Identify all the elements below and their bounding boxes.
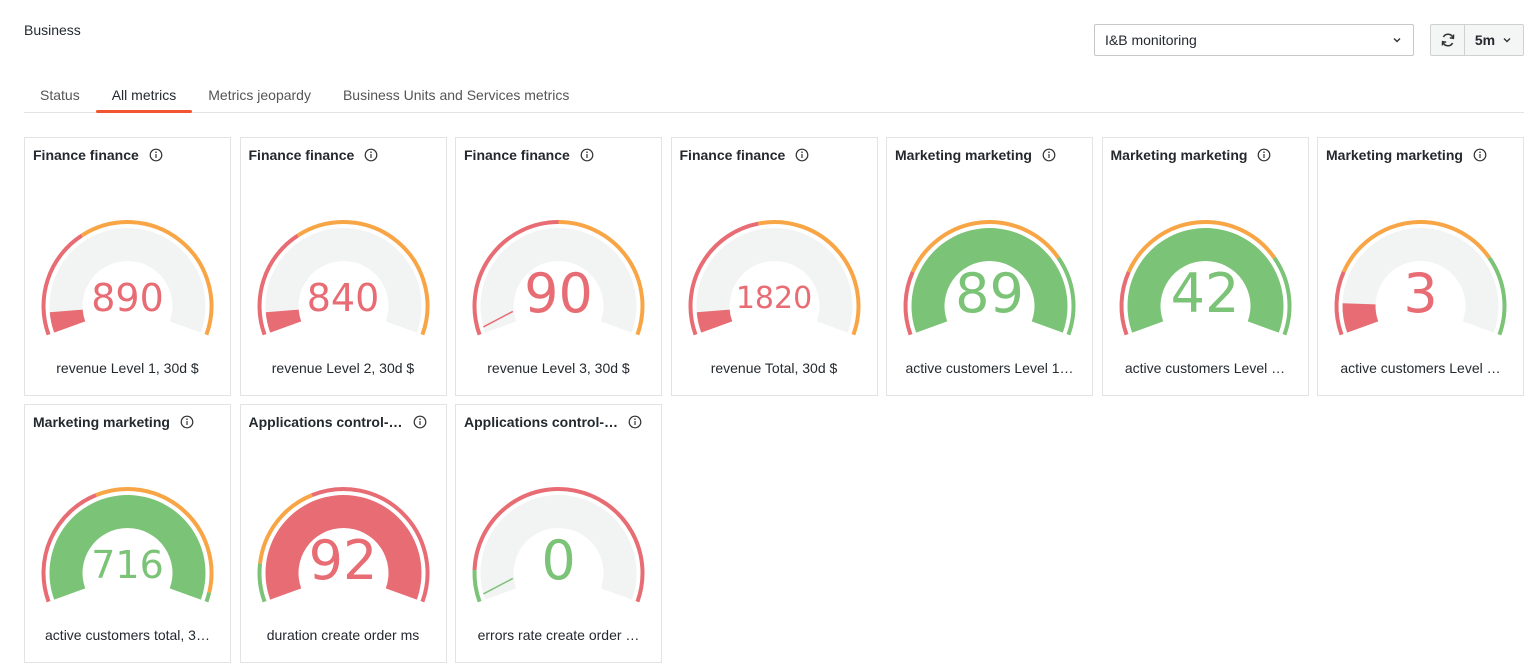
card-caption: duration create order ms	[266, 627, 420, 643]
gauge-value: 89	[955, 262, 1024, 326]
card-title-row: Applications control-…	[249, 413, 438, 431]
gauge-value: 90	[524, 262, 593, 326]
card-title: Finance finance	[248, 147, 355, 163]
metric-card[interactable]: Finance finance 90 revenue Level 3, 30d …	[455, 137, 662, 396]
card-caption: revenue Total, 30d $	[710, 360, 838, 376]
metric-card[interactable]: Finance finance 890 revenue Level 1, 30d…	[24, 137, 231, 396]
info-icon[interactable]	[1042, 148, 1056, 162]
card-title-row: Finance finance	[249, 146, 438, 164]
info-icon[interactable]	[149, 148, 163, 162]
gauge-chart	[41, 487, 214, 603]
gauge-value: 890	[91, 275, 164, 320]
card-title: Applications control-…	[248, 414, 403, 430]
card-caption: active customers Level …	[1340, 360, 1501, 376]
metric-card[interactable]: Finance finance 840 revenue Level 2, 30d…	[239, 137, 447, 396]
info-icon[interactable]	[1257, 148, 1271, 162]
gauge-chart	[41, 220, 214, 336]
gauge-value: 840	[306, 275, 380, 320]
chevron-down-icon	[1393, 38, 1401, 43]
info-icon[interactable]	[580, 148, 594, 162]
info-icon[interactable]	[180, 415, 194, 429]
card-caption: active customers Level …	[1124, 360, 1286, 376]
card-title: Marketing marketing	[33, 414, 170, 430]
metric-card[interactable]: Marketing marketing 716 active customers…	[24, 404, 231, 663]
card-title: Finance finance	[33, 147, 139, 163]
info-icon[interactable]	[364, 148, 378, 162]
info-icon[interactable]	[795, 148, 809, 162]
metrics-grid: Finance finance 890 revenue Level 1, 30d…	[24, 137, 1524, 663]
tab-status[interactable]: Status	[24, 80, 96, 112]
metric-card[interactable]: Applications control-… 92 duration creat…	[239, 404, 447, 663]
card-caption: revenue Level 2, 30d $	[271, 360, 415, 376]
page-title: Business	[24, 22, 81, 38]
card-title: Applications control-…	[464, 414, 618, 430]
metric-card[interactable]: Marketing marketing 42 active customers …	[1101, 137, 1309, 396]
card-title: Finance finance	[464, 147, 570, 163]
card-title: Marketing marketing	[895, 147, 1032, 163]
info-icon[interactable]	[1473, 148, 1487, 162]
card-caption: revenue Level 1, 30d $	[56, 360, 199, 376]
card-title-row: Marketing marketing	[895, 146, 1084, 164]
card-title-row: Marketing marketing	[33, 413, 222, 431]
info-icon[interactable]	[628, 415, 642, 429]
gauge-value: 3	[1403, 262, 1438, 326]
card-title: Finance finance	[679, 147, 786, 163]
card-caption: errors rate create order …	[477, 627, 640, 643]
card-title-row: Marketing marketing	[1111, 146, 1300, 164]
tab-business-units-services-metrics[interactable]: Business Units and Services metrics	[327, 80, 585, 112]
metric-card[interactable]: Marketing marketing 3 active customers L…	[1317, 137, 1524, 396]
gauge-value: 42	[1170, 262, 1240, 326]
tab-metrics-jeopardy[interactable]: Metrics jeopardy	[192, 80, 327, 112]
info-icon[interactable]	[413, 415, 427, 429]
card-title-row: Finance finance	[464, 146, 653, 164]
refresh-button[interactable]	[1431, 25, 1465, 55]
card-title: Marketing marketing	[1326, 147, 1463, 163]
tab-bar: Status All metrics Metrics jeopardy Busi…	[24, 80, 1524, 113]
card-caption: revenue Level 3, 30d $	[487, 360, 630, 376]
card-title-row: Finance finance	[680, 146, 869, 164]
card-title: Marketing marketing	[1110, 147, 1248, 163]
card-caption: active customers total, 3…	[45, 627, 210, 643]
dashboard-select-value: I&B monitoring	[1105, 32, 1197, 48]
metric-card[interactable]: Applications control-… 0 errors rate cre…	[455, 404, 662, 663]
gauge-chart	[257, 220, 429, 336]
gauge-value: 0	[541, 529, 576, 593]
tab-all-metrics[interactable]: All metrics	[95, 80, 193, 113]
refresh-icon	[1441, 33, 1454, 47]
refresh-interval-dropdown[interactable]: 5m	[1465, 25, 1523, 55]
metric-card[interactable]: Finance finance 1820 revenue Total, 30d …	[670, 137, 878, 396]
card-title-row: Marketing marketing	[1326, 146, 1515, 164]
dashboard-select[interactable]: I&B monitoring	[1094, 24, 1414, 56]
metric-card[interactable]: Marketing marketing 89 active customers …	[886, 137, 1093, 396]
gauge-threshold-band	[204, 591, 212, 603]
gauge-value: 92	[308, 529, 378, 593]
gauge-value: 1820	[735, 281, 813, 317]
refresh-interval-value: 5m	[1474, 32, 1496, 48]
card-caption: active customers Level 1…	[905, 360, 1074, 376]
card-title-row: Finance finance	[33, 146, 222, 164]
card-title-row: Applications control-…	[464, 413, 653, 431]
gauge-chart	[688, 220, 860, 336]
gauge-value: 716	[91, 542, 164, 587]
refresh-controls: 5m	[1430, 24, 1524, 56]
chevron-down-icon	[1503, 38, 1511, 43]
